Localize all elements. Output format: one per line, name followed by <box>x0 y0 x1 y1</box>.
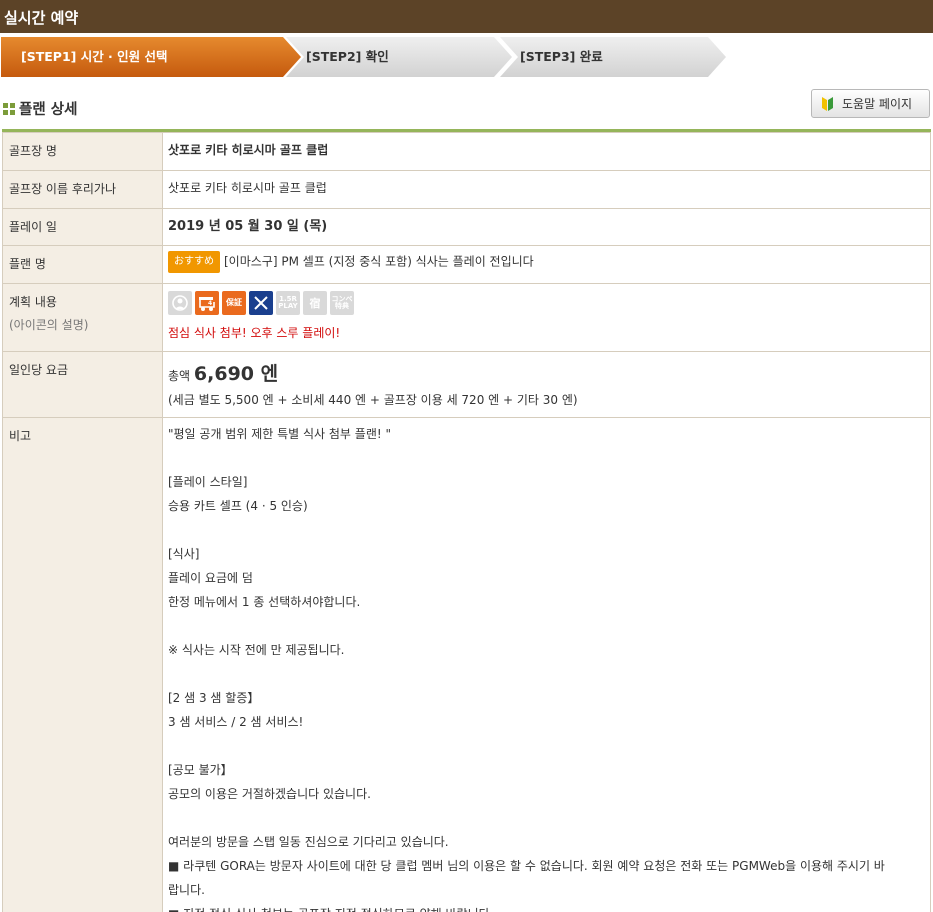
caddie-icon <box>168 291 192 316</box>
remarks-line: 공모의 이용은 거절하겠습니다 있습니다. <box>168 787 371 802</box>
lodging-icon-label: 宿 <box>309 296 321 310</box>
plan-icons: 4 保証 1.5R PLAY 宿 コンペ特典 <box>168 291 925 316</box>
row-label: 플랜 명 <box>2 245 163 285</box>
table-row-price: 일인당 요금 총액 6,690 엔 (세금 별도 5,500 엔 + 소비세 4… <box>2 350 931 419</box>
section-title-text: 플랜 상세 <box>19 102 78 118</box>
guarantee-icon-label: 保証 <box>226 298 242 308</box>
remarks-line <box>168 806 925 830</box>
row-label: 계획 내용 <box>9 295 57 310</box>
remarks-line <box>168 446 925 470</box>
table-row-course-kana: 골프장 이름 후리가나 삿포로 키타 히로시마 골프 클럽 <box>2 169 931 209</box>
guarantee-icon: 保証 <box>222 291 246 316</box>
1-5r-play-icon: 1.5R PLAY <box>276 291 300 316</box>
icon-legend-link[interactable]: (아이콘의 설명) <box>9 317 156 334</box>
remarks-line: ■ 라쿠텐 GORA는 방문자 사이트에 대한 당 클럽 멤버 님의 이용은 할… <box>168 859 885 874</box>
remarks-line: 한정 메뉴에서 1 종 선택하셔야합니다. <box>168 595 361 610</box>
price-cell: 총액 6,690 엔 (세금 별도 5,500 엔 + 소비세 440 엔 + … <box>162 350 931 419</box>
play-date-value: 2019 년 05 월 30 일 (목) <box>162 207 931 247</box>
remarks-line: 여러분의 방문을 스탭 일동 진심으로 기다리고 있습니다. <box>168 835 449 850</box>
remarks-line: [공모 불가】 <box>168 763 233 778</box>
table-row-plan-content: 계획 내용 (아이콘의 설명) 4 保証 1.5R PLAY 宿 コンペ特典 점… <box>2 283 931 352</box>
price-total: 6,690 엔 <box>193 362 279 385</box>
lodging-icon: 宿 <box>303 291 327 316</box>
remarks-line <box>168 734 925 758</box>
step-2: [STEP2] 확인 <box>286 37 512 77</box>
meal-icon <box>249 291 273 316</box>
row-label: 플레이 일 <box>2 207 163 247</box>
1-5r-play-icon-label: 1.5R PLAY <box>278 295 298 311</box>
table-row-course-name: 골프장 명 삿포로 키타 히로시마 골프 클럽 <box>2 132 931 171</box>
course-kana-value: 삿포로 키타 히로시마 골프 클럽 <box>162 169 931 209</box>
price-breakdown: (세금 별도 5,500 엔 + 소비세 440 엔 + 골프장 이용 세 72… <box>168 392 578 407</box>
remarks-line: ※ 식사는 시작 전에 만 제공됩니다. <box>168 643 345 658</box>
table-row-plan-name: 플랜 명 おすすめ [이마스구] PM 셀프 (지정 중식 포함) 식사는 플레이… <box>2 245 931 285</box>
row-label: 비고 <box>2 417 163 912</box>
step-3: [STEP3] 완료 <box>500 37 726 77</box>
row-label: 골프장 이름 후리가나 <box>2 169 163 209</box>
plan-name-value: [이마스구] PM 셀프 (지정 중식 포함) 식사는 플레이 전입니다 <box>224 254 534 269</box>
grid-icon <box>3 102 15 115</box>
row-label: 골프장 명 <box>2 132 163 171</box>
section-title: 플랜 상세 <box>3 98 77 119</box>
course-name-value: 삿포로 키타 히로시마 골프 클럽 <box>162 132 931 171</box>
plan-content-label-cell: 계획 내용 (아이콘의 설명) <box>2 283 163 352</box>
remarks-cell: "평일 공개 범위 제한 특별 식사 첨부 플랜! " [플레이 스타일] 승용… <box>162 417 931 912</box>
price-total-prefix: 총액 <box>168 368 191 383</box>
plan-name-cell: おすすめ [이마스구] PM 셀프 (지정 중식 포함) 식사는 플레이 전입니다 <box>162 245 931 285</box>
help-page-button[interactable]: 도움말 페이지 <box>811 89 930 118</box>
step-1-current: [STEP1] 시간 · 인원 선택 <box>1 37 301 77</box>
recommended-badge: おすすめ <box>168 251 220 274</box>
page-title: 실시간 예약 <box>4 9 79 27</box>
remarks-line <box>168 662 925 686</box>
remarks-line: 랍니다. <box>168 883 205 898</box>
step-progress: [STEP1] 시간 · 인원 선택 [STEP2] 확인 [STEP3] 완료 <box>0 37 933 79</box>
plan-content-cell: 4 保証 1.5R PLAY 宿 コンペ特典 점심 식사 첨부! 오후 스루 플… <box>162 283 931 352</box>
cart-icon: 4 <box>195 291 219 316</box>
table-row-play-date: 플레이 일 2019 년 05 월 30 일 (목) <box>2 207 931 247</box>
remarks-line: [식사] <box>168 547 200 562</box>
price-total-line: 총액 6,690 엔 <box>168 361 925 388</box>
plan-content-note: 점심 식사 첨부! 오후 스루 플레이! <box>168 326 341 341</box>
remarks-line: [2 샘 3 샘 할증】 <box>168 691 260 706</box>
cart-icon-label: 4 <box>208 300 212 307</box>
table-row-remarks: 비고 "평일 공개 범위 제한 특별 식사 첨부 플랜! " [플레이 스타일]… <box>2 417 931 912</box>
remarks-line: 승용 카트 셀프 (4 · 5 인승) <box>168 499 308 514</box>
remarks-line <box>168 614 925 638</box>
plan-detail-table: 골프장 명 삿포로 키타 히로시마 골프 클럽 골프장 이름 후리가나 삿포로 … <box>2 132 931 912</box>
help-button-label: 도움말 페이지 <box>842 97 913 111</box>
remarks-line <box>168 518 925 542</box>
beginner-leaf-icon <box>822 96 833 111</box>
remarks-line: [플레이 스타일] <box>168 475 248 490</box>
page-header: 실시간 예약 <box>0 0 933 33</box>
remarks-line: 3 샘 서비스 / 2 샘 서비스! <box>168 715 304 730</box>
remarks-line: 플레이 요금에 덤 <box>168 571 253 586</box>
competition-icon-label: コンペ特典 <box>331 295 353 311</box>
section-header: 플랜 상세 도움말 페이지 <box>0 79 933 129</box>
remarks-line: "평일 공개 범위 제한 특별 식사 첨부 플랜! " <box>168 427 392 442</box>
row-label: 일인당 요금 <box>2 350 163 419</box>
remarks-line: ■ 지정 점심 식사 첨부는 골프장 지정 점심하므로 양해 바랍니다. <box>168 902 925 912</box>
competition-icon: コンペ特典 <box>330 291 354 316</box>
